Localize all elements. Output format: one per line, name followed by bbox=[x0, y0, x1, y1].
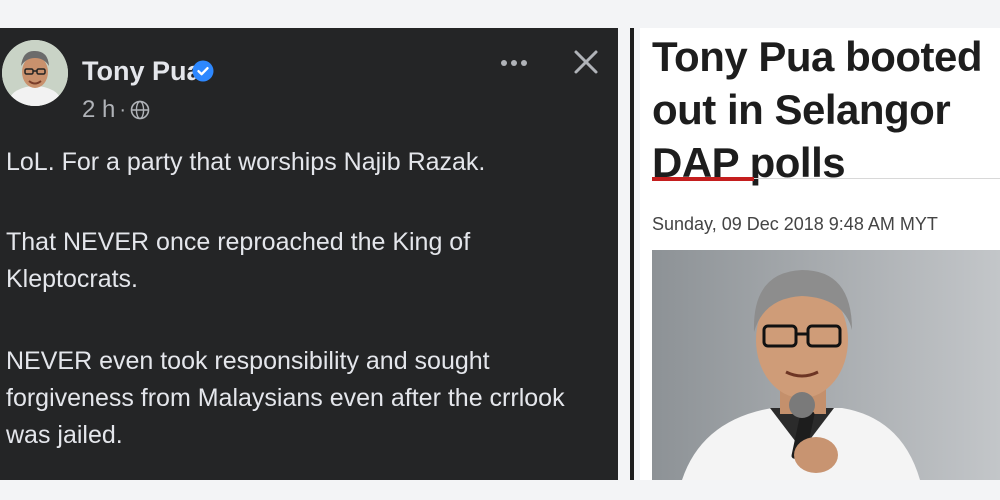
author-avatar[interactable] bbox=[2, 40, 68, 106]
more-options-icon[interactable] bbox=[496, 48, 532, 78]
post-timestamp[interactable]: 2 h bbox=[82, 96, 115, 124]
globe-icon bbox=[130, 100, 150, 120]
article-dateline: Sunday, 09 Dec 2018 9:48 AM MYT bbox=[652, 214, 938, 234]
article-photo bbox=[652, 250, 1000, 480]
article-headline[interactable]: Tony Pua booted out in Selangor DAP poll… bbox=[652, 30, 1000, 189]
post-paragraph-3: NEVER even took responsibility and sough… bbox=[6, 347, 565, 449]
headline-accent-bar bbox=[652, 177, 754, 181]
author-name[interactable]: Tony Pua bbox=[82, 56, 202, 87]
news-article: Tony Pua booted out in Selangor DAP poll… bbox=[640, 28, 1000, 480]
facebook-post: Tony Pua 2 h · LoL. For a party that wor… bbox=[0, 28, 618, 480]
close-icon[interactable] bbox=[568, 44, 604, 80]
meta-separator: · bbox=[119, 98, 127, 121]
post-paragraph-1: LoL. For a party that worships Najib Raz… bbox=[6, 148, 486, 176]
verified-badge-icon bbox=[192, 60, 214, 82]
panel-divider bbox=[630, 28, 634, 480]
post-paragraph-2: That NEVER once reproached the King of K… bbox=[6, 228, 471, 293]
post-meta: 2 h · bbox=[82, 96, 150, 124]
